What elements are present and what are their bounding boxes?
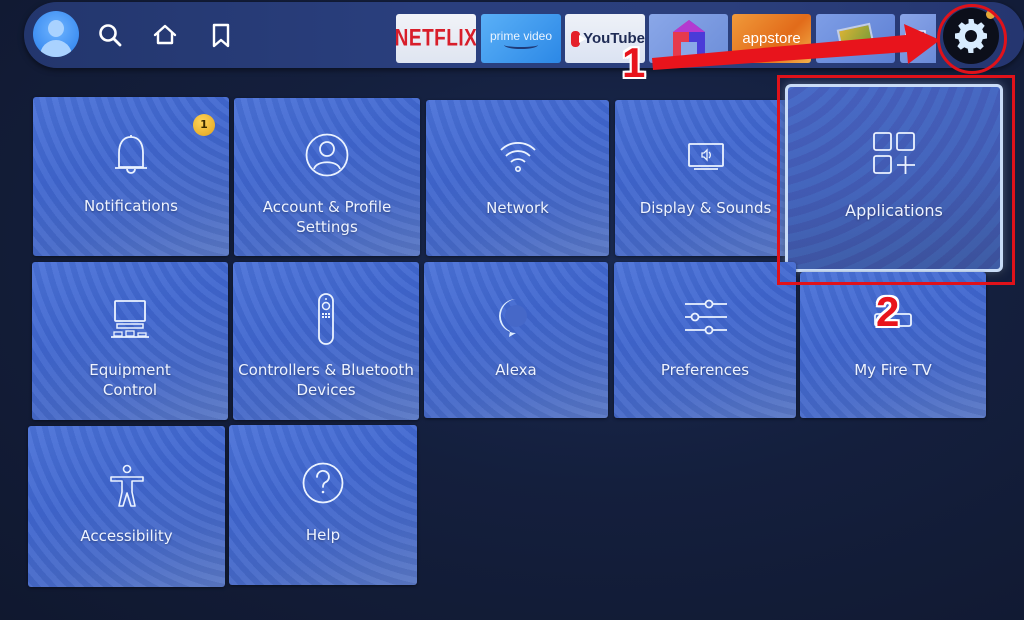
equipment-icon bbox=[111, 300, 149, 338]
appstore-logo: appstore bbox=[742, 30, 801, 47]
app-6-thumbnail bbox=[836, 22, 875, 55]
tile-label: Preferences bbox=[660, 361, 750, 379]
annotation-step-2: 2 bbox=[876, 288, 900, 335]
notification-count-badge: 1 bbox=[193, 114, 215, 136]
tile-label: Display & Sounds bbox=[639, 199, 772, 217]
mobdro-logo-icon bbox=[672, 19, 705, 58]
youtube-play-icon bbox=[571, 30, 587, 47]
tile-label: Equipment Control bbox=[89, 361, 171, 399]
tile-label: Account & Profile Settings bbox=[262, 198, 392, 236]
bell-icon bbox=[115, 135, 147, 174]
watchlist-button[interactable] bbox=[208, 22, 234, 48]
sliders-icon bbox=[685, 299, 727, 335]
annotation-step-1: 1 bbox=[622, 39, 646, 86]
home-button[interactable] bbox=[152, 22, 178, 48]
tile-account-profile-settings[interactable]: Account & Profile Settings bbox=[234, 98, 420, 256]
remote-icon bbox=[318, 293, 334, 345]
search-button[interactable] bbox=[97, 22, 123, 48]
annotation-box-applications bbox=[777, 75, 1015, 285]
bookmark-icon bbox=[212, 23, 230, 48]
prime-smile-icon bbox=[504, 41, 538, 49]
tile-equipment-control[interactable]: Equipment Control bbox=[32, 262, 228, 420]
accessibility-icon bbox=[109, 464, 144, 507]
profile-avatar[interactable] bbox=[33, 11, 79, 57]
tile-display-sounds[interactable]: Display & Sounds bbox=[615, 100, 796, 256]
user-avatar-body bbox=[40, 40, 72, 57]
user-avatar-icon bbox=[48, 20, 64, 37]
tile-notifications[interactable]: 1 Notifications bbox=[33, 97, 229, 256]
tile-alexa[interactable]: Alexa bbox=[424, 262, 608, 418]
app-netflix[interactable]: NETFLIX bbox=[396, 14, 476, 63]
search-icon bbox=[99, 24, 122, 47]
app-prime-video[interactable]: prime video bbox=[481, 14, 561, 63]
tile-preferences[interactable]: Preferences bbox=[614, 262, 796, 418]
user-circle-icon bbox=[305, 133, 349, 177]
annotation-circle-settings bbox=[937, 4, 1007, 74]
tile-label: Help bbox=[305, 526, 341, 544]
wifi-icon bbox=[499, 142, 536, 172]
app-6[interactable] bbox=[816, 14, 895, 63]
tile-label: My Fire TV bbox=[854, 361, 932, 379]
tile-accessibility[interactable]: Accessibility bbox=[28, 426, 225, 587]
tile-label: Accessibility bbox=[80, 527, 173, 545]
tile-label: Notifications bbox=[84, 197, 178, 215]
home-icon bbox=[153, 24, 177, 45]
tile-controllers-bluetooth[interactable]: Controllers & Bluetooth Devices bbox=[233, 262, 419, 420]
tile-help[interactable]: Help bbox=[229, 425, 417, 585]
tv-speaker-icon bbox=[687, 143, 724, 170]
apps-grid-icon bbox=[905, 29, 926, 40]
all-apps-button[interactable] bbox=[900, 14, 936, 63]
help-circle-icon bbox=[302, 462, 344, 504]
tile-label: Alexa bbox=[495, 361, 537, 379]
tile-label: Controllers & Bluetooth Devices bbox=[238, 361, 414, 399]
alexa-icon bbox=[498, 299, 527, 337]
netflix-logo: NETFLIX bbox=[396, 24, 476, 51]
tile-label: Network bbox=[486, 199, 549, 217]
tile-network[interactable]: Network bbox=[426, 100, 609, 256]
app-mobdro[interactable] bbox=[649, 14, 728, 63]
app-appstore[interactable]: appstore bbox=[732, 14, 811, 63]
